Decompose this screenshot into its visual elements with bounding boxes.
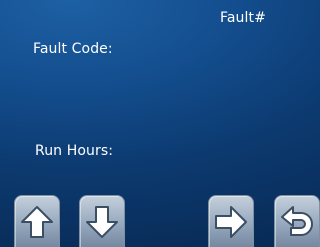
scroll-down-button[interactable] [79,195,125,247]
arrow-down-icon [86,205,118,238]
run-hours-label: Run Hours: [35,143,114,159]
screen-title: Fault# [220,10,266,26]
arrow-right-icon [215,205,247,238]
back-return-icon [281,205,313,236]
back-button[interactable] [274,195,320,247]
arrow-up-icon [21,205,53,238]
fault-screen: Fault# Fault Code: Run Hours: [0,0,320,247]
next-button[interactable] [208,195,254,247]
fault-code-label: Fault Code: [33,41,113,57]
scroll-up-button[interactable] [14,195,60,247]
